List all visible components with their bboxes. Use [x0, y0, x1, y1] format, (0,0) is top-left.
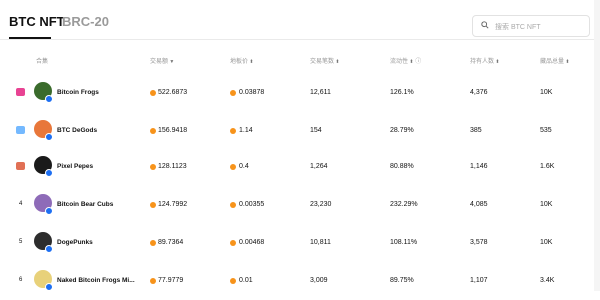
column-label: 持有人数 — [470, 59, 495, 65]
collection-name[interactable]: Pixel Pepes — [57, 163, 93, 170]
btc-coin-icon — [230, 239, 236, 246]
search-icon — [481, 21, 489, 29]
collection-name[interactable]: DogePunks — [57, 239, 93, 246]
btc-coin-icon — [150, 201, 156, 208]
verified-icon — [45, 95, 53, 103]
btc-coin-icon — [230, 201, 236, 208]
transactions-value: 10,811 — [310, 239, 331, 246]
liquidity-value: 80.88% — [390, 163, 414, 170]
floor-value: 0.01 — [239, 277, 253, 284]
transactions-value: 3,009 — [310, 277, 328, 284]
floor-value: 0.03878 — [239, 89, 265, 96]
verified-icon — [45, 169, 53, 177]
floor-value: 0.00468 — [239, 239, 265, 246]
sort-desc-icon: ▼ — [168, 59, 175, 65]
floor-value: 0.00355 — [239, 201, 265, 208]
divider — [0, 39, 600, 40]
column-label: 流动性 — [390, 59, 409, 65]
btc-coin-icon — [150, 239, 156, 246]
verified-icon — [45, 133, 53, 141]
liquidity-value: 108.11% — [390, 239, 418, 246]
trophy-icon — [16, 162, 25, 170]
top-bar: BTC NFT BRC-20 — [0, 0, 600, 40]
table-header: 合集 交易额 ▼ 地板价 ⬍ 交易笔数 ⬍ 流动性 ⬍ ⓘ 持有人数 ⬍ 藏品总… — [0, 56, 600, 68]
btc-coin-icon — [230, 89, 236, 96]
sort-icon: ⬍ — [494, 59, 500, 65]
transactions-value: 154 — [310, 127, 322, 134]
trophy-icon — [16, 88, 25, 96]
liquidity-value: 89.75% — [390, 277, 414, 284]
info-icon[interactable]: ⓘ — [414, 59, 421, 65]
transactions-value: 23,230 — [310, 201, 332, 208]
verified-icon — [45, 283, 53, 291]
collection-name[interactable]: BTC DeGods — [57, 127, 97, 134]
table-row[interactable]: 6 Naked Bitcoin Frogs Mi... 77.9779 0.01… — [0, 260, 600, 300]
column-label: 交易额 — [150, 59, 169, 65]
column-header-liquidity[interactable]: 流动性 ⬍ ⓘ — [390, 56, 421, 65]
holders-value: 1,107 — [470, 277, 488, 284]
table-row[interactable]: BTC DeGods 156.9418 1.14 154 28.79% 385 … — [0, 110, 600, 150]
collection-name[interactable]: Naked Bitcoin Frogs Mi... — [57, 277, 135, 284]
collection-name[interactable]: Bitcoin Bear Cubs — [57, 201, 113, 208]
supply-value: 3.4K — [540, 277, 555, 284]
supply-value: 10K — [540, 239, 553, 246]
volume-value: 156.9418 — [158, 127, 188, 134]
btc-coin-icon — [230, 163, 236, 170]
rank-number: 6 — [19, 277, 23, 283]
supply-value: 1.6K — [540, 163, 555, 170]
liquidity-value: 232.29% — [390, 201, 418, 208]
btc-coin-icon — [150, 127, 156, 134]
liquidity-value: 126.1% — [390, 89, 414, 96]
sort-icon: ⬍ — [564, 59, 570, 65]
column-header-supply[interactable]: 藏品总量 ⬍ — [540, 56, 570, 65]
btc-coin-icon — [150, 89, 156, 96]
tab-brc-20[interactable]: BRC-20 — [62, 14, 109, 29]
volume-value: 124.7992 — [158, 201, 188, 208]
verified-icon — [45, 245, 53, 253]
btc-coin-icon — [230, 127, 236, 134]
sort-icon: ⬍ — [248, 59, 254, 65]
column-header-holders[interactable]: 持有人数 ⬍ — [470, 56, 500, 65]
column-header-volume[interactable]: 交易额 ▼ — [150, 56, 174, 65]
supply-value: 10K — [540, 201, 553, 208]
column-header-collection: 合集 — [36, 59, 49, 65]
column-label: 藏品总量 — [540, 59, 565, 65]
volume-value: 522.6873 — [158, 89, 188, 96]
column-label: 交易笔数 — [310, 59, 335, 65]
holders-value: 4,376 — [470, 89, 488, 96]
table-row[interactable]: Bitcoin Frogs 522.6873 0.03878 12,611 12… — [0, 72, 600, 112]
table-row[interactable]: Pixel Pepes 128.1123 0.4 1,264 80.88% 1,… — [0, 146, 600, 186]
holders-value: 1,146 — [470, 163, 488, 170]
tab-btc-nft[interactable]: BTC NFT — [9, 14, 65, 29]
volume-value: 77.9779 — [158, 277, 184, 284]
rank-number: 4 — [19, 201, 23, 207]
collection-name[interactable]: Bitcoin Frogs — [57, 89, 99, 96]
rank-number: 5 — [19, 239, 23, 245]
sort-icon: ⬍ — [334, 59, 340, 65]
transactions-value: 12,611 — [310, 89, 331, 96]
holders-value: 385 — [470, 127, 482, 134]
btc-coin-icon — [150, 277, 156, 284]
column-label: 地板价 — [230, 59, 249, 65]
trophy-icon — [16, 126, 25, 134]
table-row[interactable]: 5 DogePunks 89.7364 0.00468 10,811 108.1… — [0, 222, 600, 262]
transactions-value: 1,264 — [310, 163, 328, 170]
floor-value: 1.14 — [239, 127, 253, 134]
table-row[interactable]: 4 Bitcoin Bear Cubs 124.7992 0.00355 23,… — [0, 184, 600, 224]
holders-value: 4,085 — [470, 201, 488, 208]
volume-value: 89.7364 — [158, 239, 184, 246]
holders-value: 3,578 — [470, 239, 488, 246]
column-header-transactions[interactable]: 交易笔数 ⬍ — [310, 56, 340, 65]
supply-value: 535 — [540, 127, 552, 134]
btc-coin-icon — [150, 163, 156, 170]
search-box[interactable] — [472, 15, 590, 37]
volume-value: 128.1123 — [158, 163, 187, 170]
floor-value: 0.4 — [239, 163, 249, 170]
liquidity-value: 28.79% — [390, 127, 414, 134]
search-input[interactable] — [493, 17, 589, 37]
supply-value: 10K — [540, 89, 553, 96]
btc-coin-icon — [230, 277, 236, 284]
verified-icon — [45, 207, 53, 215]
column-header-floor[interactable]: 地板价 ⬍ — [230, 56, 254, 65]
